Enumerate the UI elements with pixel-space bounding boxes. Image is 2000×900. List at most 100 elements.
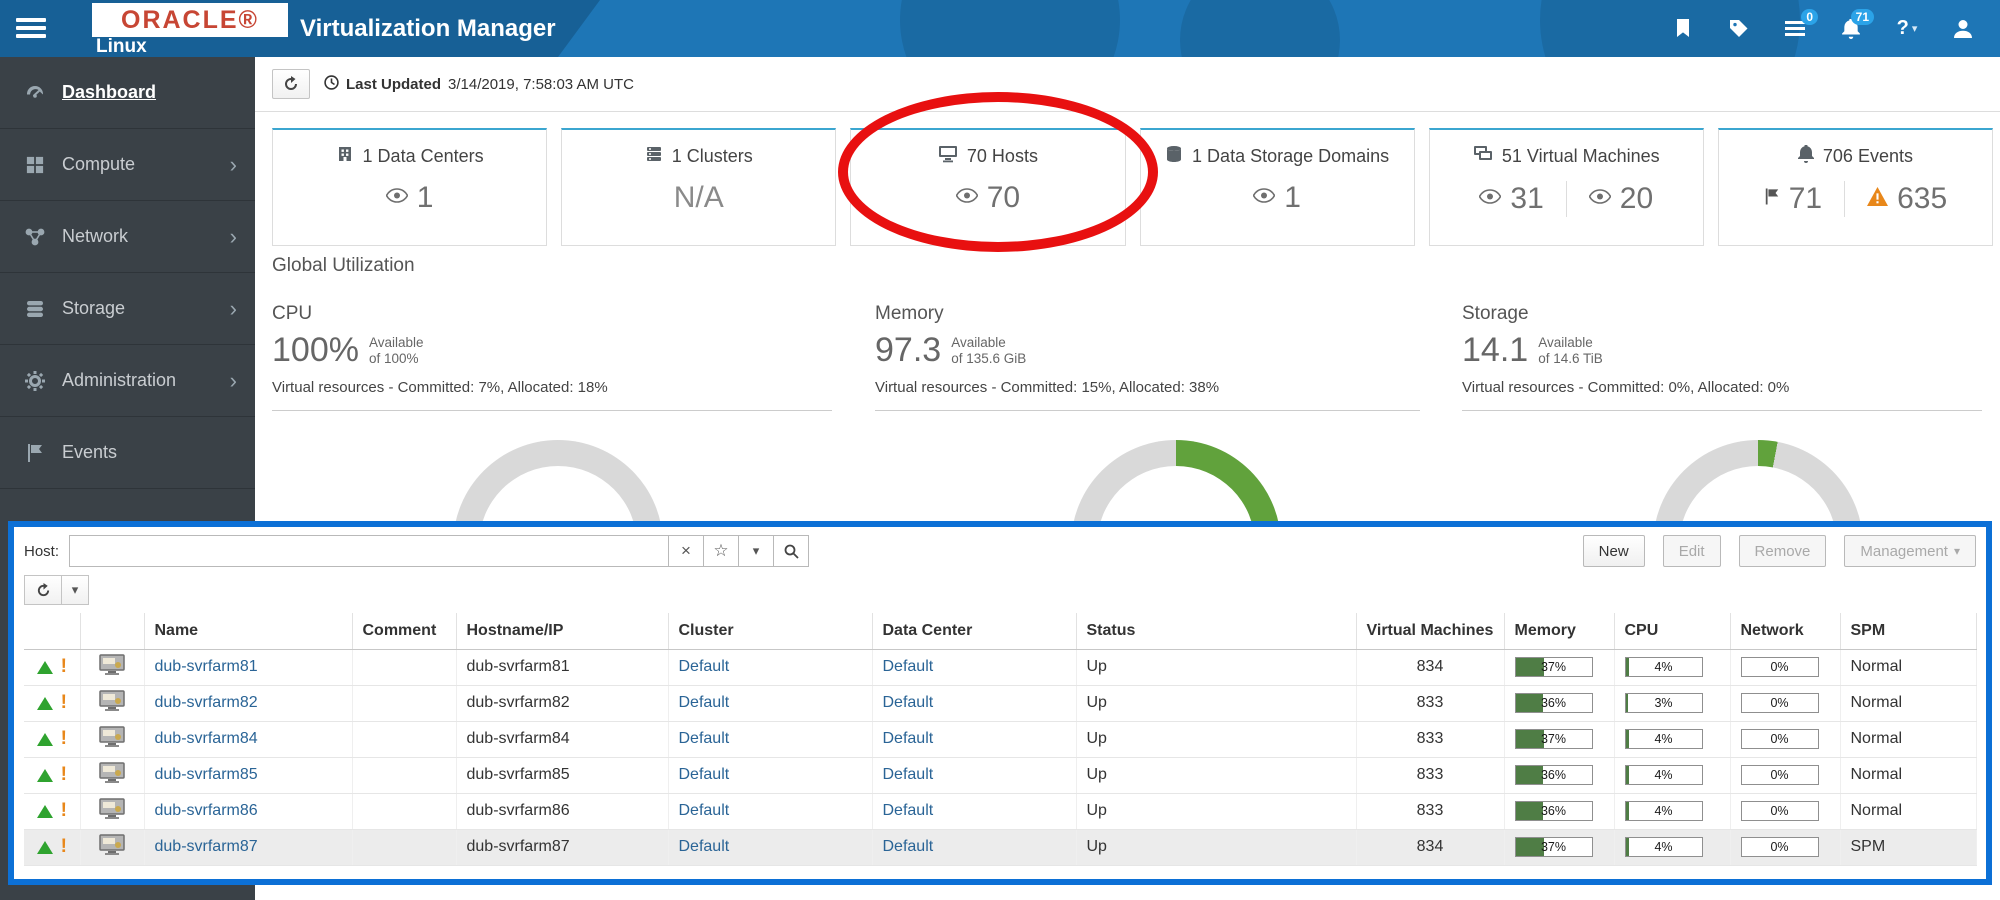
alert-icon: ! [61, 800, 67, 821]
status-up-icon [37, 733, 53, 746]
chevron-right-icon: › [230, 368, 237, 394]
utilization-meter: 4% [1625, 729, 1703, 749]
cluster-link[interactable]: Default [679, 802, 730, 819]
host-name-link[interactable]: dub-svrfarm86 [155, 802, 258, 819]
alert-icon: ! [61, 836, 67, 857]
cpu-resources-line: Virtual resources - Committed: 7%, Alloc… [272, 379, 832, 411]
decorative-circle [900, 0, 1120, 57]
column-header-memory[interactable]: Memory [1504, 613, 1614, 649]
table-row[interactable]: !dub-svrfarm84dub-svrfarm84DefaultDefaul… [24, 721, 1976, 757]
utilization-meter: 37% [1515, 657, 1593, 677]
clock-icon [324, 75, 339, 94]
host-name-link[interactable]: dub-svrfarm81 [155, 658, 258, 675]
datacenter-link[interactable]: Default [883, 838, 934, 855]
column-header-datacenter[interactable]: Data Center [872, 613, 1076, 649]
column-header-cluster[interactable]: Cluster [668, 613, 872, 649]
host-vm-count: 833 [1356, 685, 1504, 721]
host-name-link[interactable]: dub-svrfarm85 [155, 766, 258, 783]
table-refresh-controls: ▾ [24, 575, 1976, 605]
app-title: Virtualization Manager [300, 0, 556, 57]
utilization-meter: 36% [1515, 801, 1593, 821]
cluster-link[interactable]: Default [679, 766, 730, 783]
host-name-link[interactable]: dub-svrfarm84 [155, 730, 258, 747]
column-header [24, 613, 80, 649]
summary-card-virtual-machines[interactable]: 51 Virtual Machines 31 20 [1429, 128, 1704, 246]
sidebar-item-events[interactable]: Events [0, 417, 255, 489]
card-title: 51 Virtual Machines [1502, 146, 1660, 167]
host-vm-count: 834 [1356, 649, 1504, 685]
hamburger-menu-icon[interactable] [16, 14, 50, 42]
cluster-link[interactable]: Default [679, 838, 730, 855]
column-header-comment[interactable]: Comment [352, 613, 456, 649]
card-value: 31 [1510, 182, 1543, 216]
utilization-meter: 36% [1515, 765, 1593, 785]
sidebar-item-administration[interactable]: Administration › [0, 345, 255, 417]
host-hostname: dub-svrfarm86 [456, 793, 668, 829]
user-icon[interactable] [1950, 14, 1976, 44]
host-name-link[interactable]: dub-svrfarm82 [155, 694, 258, 711]
refresh-dropdown-caret[interactable]: ▾ [61, 575, 89, 605]
sidebar-item-dashboard[interactable]: Dashboard [0, 57, 255, 129]
refresh-button[interactable] [24, 575, 62, 605]
summary-card-events[interactable]: 706 Events 71 635 [1718, 128, 1993, 246]
clear-search-icon[interactable]: × [668, 535, 704, 567]
table-row[interactable]: !dub-svrfarm81dub-svrfarm81DefaultDefaul… [24, 649, 1976, 685]
table-row[interactable]: ! dub-svrfarm86 dub-svrfarm86 Default Defaul… [24, 793, 1976, 829]
host-name-link[interactable]: dub-svrfarm87 [155, 838, 258, 855]
column-header-spm[interactable]: SPM [1840, 613, 1976, 649]
host-comment [352, 649, 456, 685]
host-search-input[interactable] [69, 535, 669, 567]
datacenter-link[interactable]: Default [883, 658, 934, 675]
column-header-cpu[interactable]: CPU [1614, 613, 1730, 649]
search-icon[interactable] [773, 535, 809, 567]
host-search-label: Host: [24, 543, 59, 560]
datacenter-link[interactable]: Default [883, 802, 934, 819]
star-bookmark-icon[interactable]: ☆ [703, 535, 739, 567]
sidebar-item-storage[interactable]: Storage › [0, 273, 255, 345]
edit-button[interactable]: Edit [1663, 535, 1721, 567]
summary-card-clusters[interactable]: 1 Clusters N/A [561, 128, 836, 246]
sidebar-item-compute[interactable]: Compute › [0, 129, 255, 201]
datacenter-link[interactable]: Default [883, 766, 934, 783]
column-header-vms[interactable]: Virtual Machines [1356, 613, 1504, 649]
table-row[interactable]: !dub-svrfarm85dub-svrfarm85DefaultDefaul… [24, 757, 1976, 793]
management-dropdown-button[interactable]: Management ▾ [1844, 535, 1976, 567]
host-vm-count: 833 [1356, 721, 1504, 757]
section-name: Memory [875, 303, 1420, 325]
utilization-meter: 0% [1741, 657, 1819, 677]
column-header-name[interactable]: Name [144, 613, 352, 649]
tag-icon[interactable] [1726, 14, 1752, 44]
utilization-meter: 4% [1625, 801, 1703, 821]
table-row[interactable]: ! dub-svrfarm87 dub-svrfarm87 Default Defaul… [24, 829, 1976, 865]
tasks-badge: 0 [1801, 9, 1818, 25]
host-icon [99, 834, 125, 856]
search-dropdown-caret[interactable]: ▾ [738, 535, 774, 567]
card-title: 1 Clusters [672, 146, 753, 167]
tasks-icon[interactable]: 0 [1782, 14, 1808, 44]
cluster-link[interactable]: Default [679, 694, 730, 711]
column-header-network[interactable]: Network [1730, 613, 1840, 649]
host-hostname: dub-svrfarm87 [456, 829, 668, 865]
bookmark-icon[interactable] [1670, 14, 1696, 44]
sidebar-item-network[interactable]: Network › [0, 201, 255, 273]
memory-available-value: 97.3 [875, 333, 941, 367]
cluster-link[interactable]: Default [679, 730, 730, 747]
datacenter-link[interactable]: Default [883, 694, 934, 711]
column-header-hostname[interactable]: Hostname/IP [456, 613, 668, 649]
column-header-status[interactable]: Status [1076, 613, 1356, 649]
cluster-link[interactable]: Default [679, 658, 730, 675]
summary-card-data-centers[interactable]: 1 Data Centers 1 [272, 128, 547, 246]
summary-card-hosts[interactable]: 70 Hosts 70 [850, 128, 1125, 246]
utilization-meter: 4% [1625, 837, 1703, 857]
chevron-right-icon: › [230, 296, 237, 322]
remove-button[interactable]: Remove [1739, 535, 1827, 567]
datacenter-link[interactable]: Default [883, 730, 934, 747]
table-row[interactable]: !dub-svrfarm82dub-svrfarm82DefaultDefaul… [24, 685, 1976, 721]
help-icon[interactable]: ? ▾ [1894, 14, 1920, 44]
bell-icon[interactable]: 71 [1838, 14, 1864, 44]
eye-icon [1479, 189, 1501, 209]
eye-icon [1589, 189, 1611, 209]
refresh-button[interactable] [272, 69, 310, 99]
summary-card-storage-domains[interactable]: 1 Data Storage Domains 1 [1140, 128, 1415, 246]
new-button[interactable]: New [1583, 535, 1645, 567]
